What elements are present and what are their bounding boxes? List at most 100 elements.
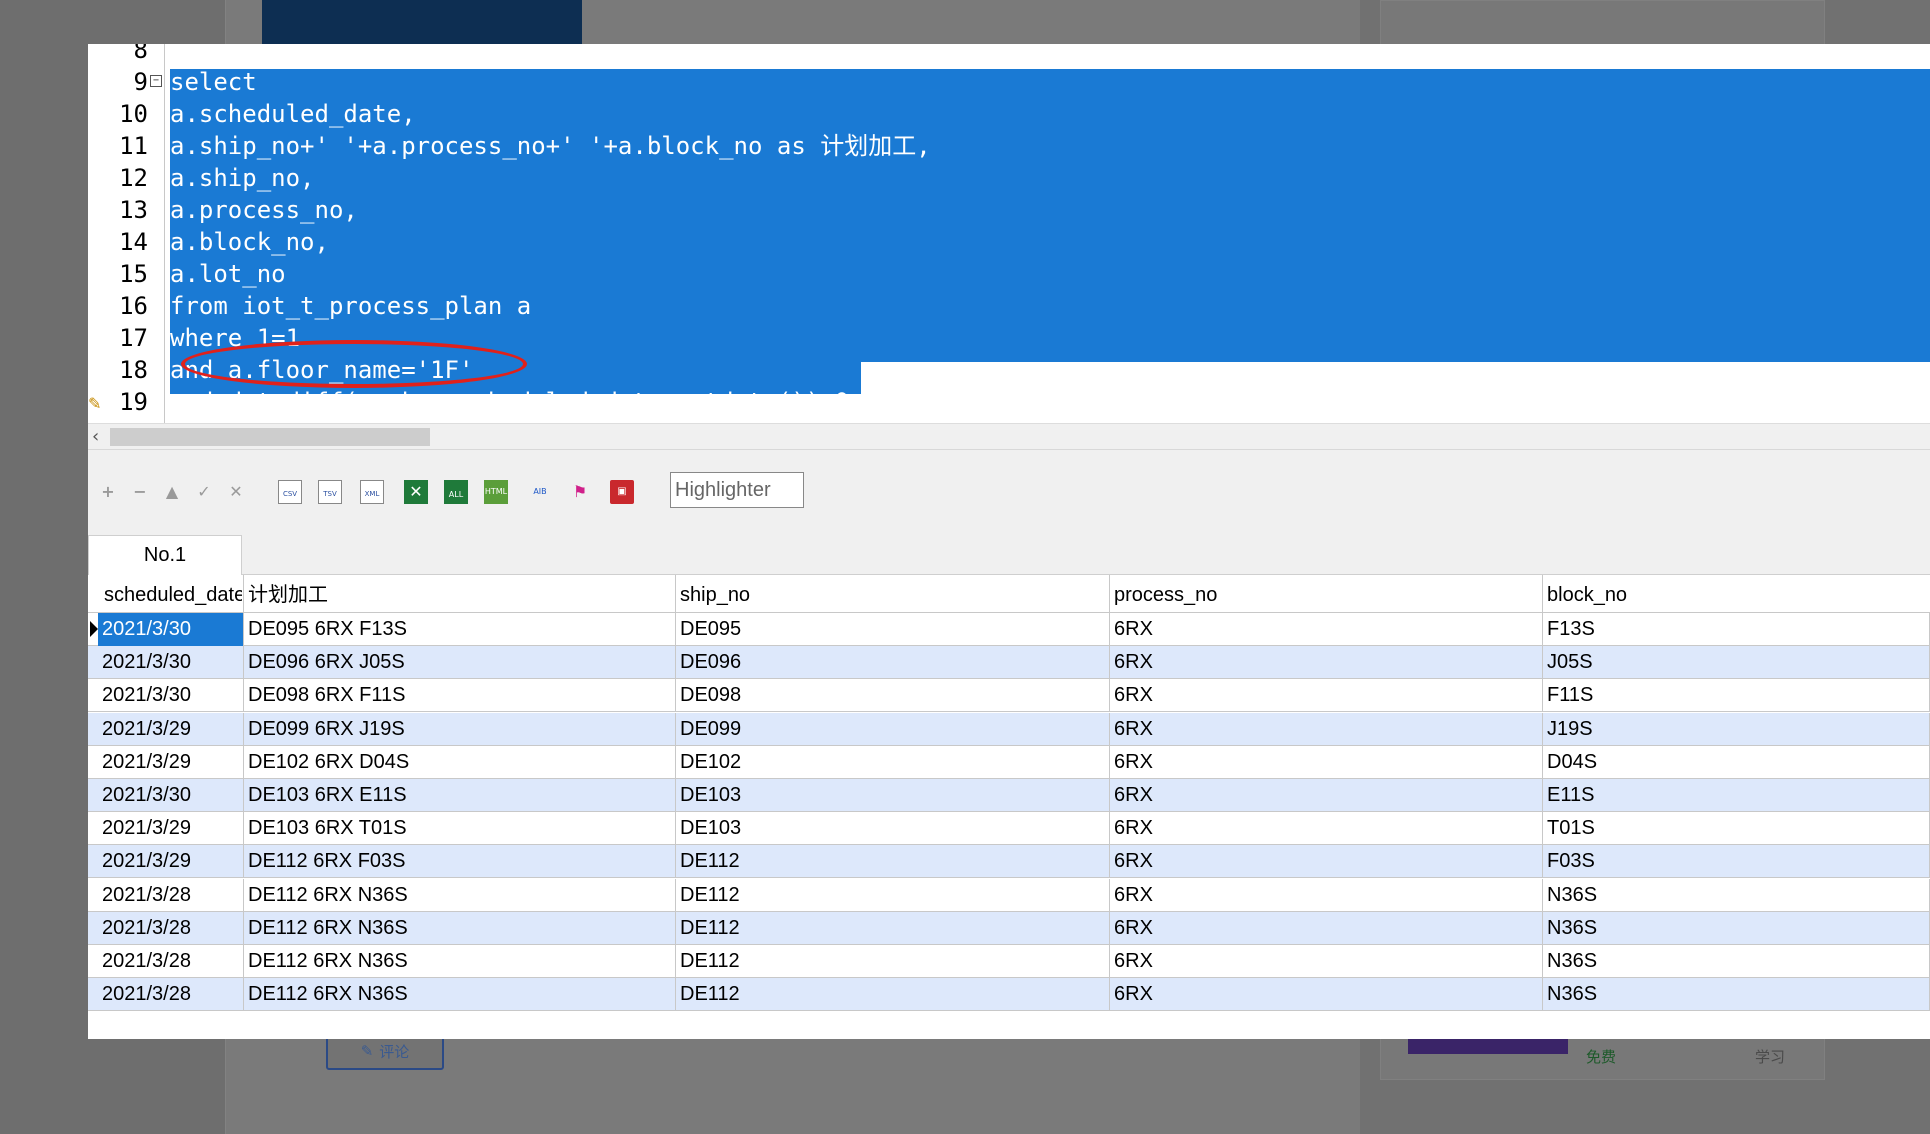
table-row[interactable]: 2021/3/29 DE099 6RX J19S DE099 6RX J19S	[88, 712, 1930, 746]
tab-no-1[interactable]: No.1	[88, 535, 242, 576]
delete-row-icon[interactable]: −	[128, 480, 152, 504]
cell-process-no[interactable]: 6RX	[1110, 779, 1543, 812]
cell-process-no[interactable]: 6RX	[1110, 613, 1543, 646]
table-row[interactable]: 2021/3/29 DE103 6RX T01S DE103 6RX T01S	[88, 812, 1930, 846]
cell-process-no[interactable]: 6RX	[1110, 878, 1543, 912]
cell-ship-no[interactable]: DE112	[676, 978, 1110, 1012]
export-data-icon[interactable]: ▣	[610, 480, 634, 504]
cell-plan[interactable]: DE096 6RX J05S	[244, 646, 676, 680]
cell-ship-no[interactable]: DE098	[676, 679, 1110, 713]
cell-scheduled-date[interactable]: 2021/3/29	[98, 712, 244, 746]
cell-ship-no[interactable]: DE103	[676, 812, 1110, 846]
cell-scheduled-date[interactable]: 2021/3/28	[98, 978, 244, 1012]
move-up-icon[interactable]: ▲	[160, 480, 184, 504]
compare-icon[interactable]: AIB	[528, 480, 552, 504]
export-excel-all-icon[interactable]: ALL	[444, 480, 468, 504]
table-row[interactable]: 2021/3/30 DE095 6RX F13S DE095 6RX F13S	[88, 613, 1930, 646]
cell-block-no[interactable]: T01S	[1543, 812, 1930, 846]
cell-block-no[interactable]: F13S	[1543, 613, 1930, 646]
cell-block-no[interactable]: J05S	[1543, 646, 1930, 680]
cell-ship-no[interactable]: DE112	[676, 911, 1110, 945]
table-row[interactable]: 2021/3/28 DE112 6RX N36S DE112 6RX N36S	[88, 878, 1930, 912]
sql-editor[interactable]: 8 9− select 10 a.scheduled_date, 11 a.ship_no+…	[88, 44, 1930, 423]
cell-process-no[interactable]: 6RX	[1110, 911, 1543, 945]
table-row[interactable]: 2021/3/28 DE112 6RX N36S DE112 6RX N36S	[88, 911, 1930, 945]
export-tsv-icon[interactable]: TSV	[318, 480, 342, 504]
export-html-icon[interactable]: HTML	[484, 480, 508, 504]
cell-scheduled-date[interactable]: 2021/3/28	[98, 945, 244, 978]
filter-icon[interactable]: ⚑	[568, 480, 592, 504]
cell-ship-no[interactable]: DE099	[676, 712, 1110, 746]
cell-scheduled-date[interactable]: 2021/3/30	[98, 679, 244, 713]
cell-block-no[interactable]: N36S	[1543, 878, 1930, 912]
cell-plan[interactable]: DE112 6RX N36S	[244, 945, 676, 978]
column-header-process-no[interactable]: process_no	[1110, 575, 1540, 613]
table-row[interactable]: 2021/3/30 DE103 6RX E11S DE103 6RX E11S	[88, 779, 1930, 812]
current-row-indicator-icon	[90, 621, 98, 637]
cell-block-no[interactable]: D04S	[1543, 745, 1930, 779]
table-row[interactable]: 2021/3/28 DE112 6RX N36S DE112 6RX N36S	[88, 978, 1930, 1012]
cell-ship-no[interactable]: DE095	[676, 613, 1110, 646]
scroll-left-icon[interactable]: ‹	[92, 426, 99, 447]
cell-process-no[interactable]: 6RX	[1110, 812, 1543, 846]
cell-block-no[interactable]: F11S	[1543, 679, 1930, 713]
cell-process-no[interactable]: 6RX	[1110, 745, 1543, 779]
cell-scheduled-date[interactable]: 2021/3/30	[98, 613, 244, 646]
cell-scheduled-date[interactable]: 2021/3/29	[98, 745, 244, 779]
cell-process-no[interactable]: 6RX	[1110, 679, 1543, 713]
cell-ship-no[interactable]: DE096	[676, 646, 1110, 680]
cell-plan[interactable]: DE098 6RX F11S	[244, 679, 676, 713]
table-row[interactable]: 2021/3/30 DE096 6RX J05S DE096 6RX J05S	[88, 646, 1930, 680]
add-row-icon[interactable]: +	[96, 480, 120, 504]
cell-block-no[interactable]: F03S	[1543, 845, 1930, 879]
table-row[interactable]: 2021/3/29 DE112 6RX F03S DE112 6RX F03S	[88, 845, 1930, 879]
cell-process-no[interactable]: 6RX	[1110, 945, 1543, 978]
cell-ship-no[interactable]: DE112	[676, 878, 1110, 912]
table-row[interactable]: 2021/3/29 DE102 6RX D04S DE102 6RX D04S	[88, 745, 1930, 779]
export-csv-icon[interactable]: CSV	[278, 480, 302, 504]
column-header-plan[interactable]: 计划加工	[244, 575, 674, 613]
column-header-ship-no[interactable]: ship_no	[676, 575, 1106, 613]
cell-block-no[interactable]: E11S	[1543, 779, 1930, 812]
cell-process-no[interactable]: 6RX	[1110, 978, 1543, 1012]
cell-scheduled-date[interactable]: 2021/3/28	[98, 878, 244, 912]
cell-scheduled-date[interactable]: 2021/3/30	[98, 646, 244, 680]
code-text: select	[170, 68, 257, 96]
cell-scheduled-date[interactable]: 2021/3/30	[98, 779, 244, 812]
table-row[interactable]: 2021/3/28 DE112 6RX N36S DE112 6RX N36S	[88, 945, 1930, 978]
cell-block-no[interactable]: N36S	[1543, 945, 1930, 978]
cell-plan[interactable]: DE112 6RX F03S	[244, 845, 676, 879]
export-xml-icon[interactable]: XML	[360, 480, 384, 504]
table-row[interactable]: 2021/3/30 DE098 6RX F11S DE098 6RX F11S	[88, 679, 1930, 713]
cell-ship-no[interactable]: DE103	[676, 779, 1110, 812]
cell-plan[interactable]: DE112 6RX N36S	[244, 878, 676, 912]
scrollbar-thumb[interactable]	[110, 428, 430, 446]
highlighter-input[interactable]: Highlighter	[670, 472, 804, 508]
cell-plan[interactable]: DE103 6RX E11S	[244, 779, 676, 812]
cell-process-no[interactable]: 6RX	[1110, 712, 1543, 746]
cell-block-no[interactable]: N36S	[1543, 978, 1930, 1012]
cancel-x-icon[interactable]: ✕	[224, 480, 248, 504]
cell-scheduled-date[interactable]: 2021/3/29	[98, 845, 244, 879]
cell-scheduled-date[interactable]: 2021/3/29	[98, 812, 244, 846]
cell-plan[interactable]: DE099 6RX J19S	[244, 712, 676, 746]
cell-ship-no[interactable]: DE112	[676, 945, 1110, 978]
cell-block-no[interactable]: N36S	[1543, 911, 1930, 945]
editor-horizontal-scrollbar[interactable]: ‹	[88, 423, 1930, 449]
cell-ship-no[interactable]: DE102	[676, 745, 1110, 779]
column-header-block-no[interactable]: block_no	[1543, 575, 1923, 613]
cell-plan[interactable]: DE112 6RX N36S	[244, 911, 676, 945]
cell-process-no[interactable]: 6RX	[1110, 845, 1543, 879]
export-excel-icon[interactable]: ✕	[404, 480, 428, 504]
fold-collapse-icon[interactable]: −	[150, 75, 162, 87]
cell-plan[interactable]: DE103 6RX T01S	[244, 812, 676, 846]
commit-check-icon[interactable]: ✓	[192, 480, 216, 504]
cell-block-no[interactable]: J19S	[1543, 712, 1930, 746]
cell-plan[interactable]: DE112 6RX N36S	[244, 978, 676, 1012]
cell-scheduled-date[interactable]: 2021/3/28	[98, 911, 244, 945]
cell-plan[interactable]: DE102 6RX D04S	[244, 745, 676, 779]
cell-ship-no[interactable]: DE112	[676, 845, 1110, 879]
cell-plan[interactable]: DE095 6RX F13S	[244, 613, 676, 646]
column-header-scheduled-date[interactable]: scheduled_date	[100, 575, 242, 613]
cell-process-no[interactable]: 6RX	[1110, 646, 1543, 680]
